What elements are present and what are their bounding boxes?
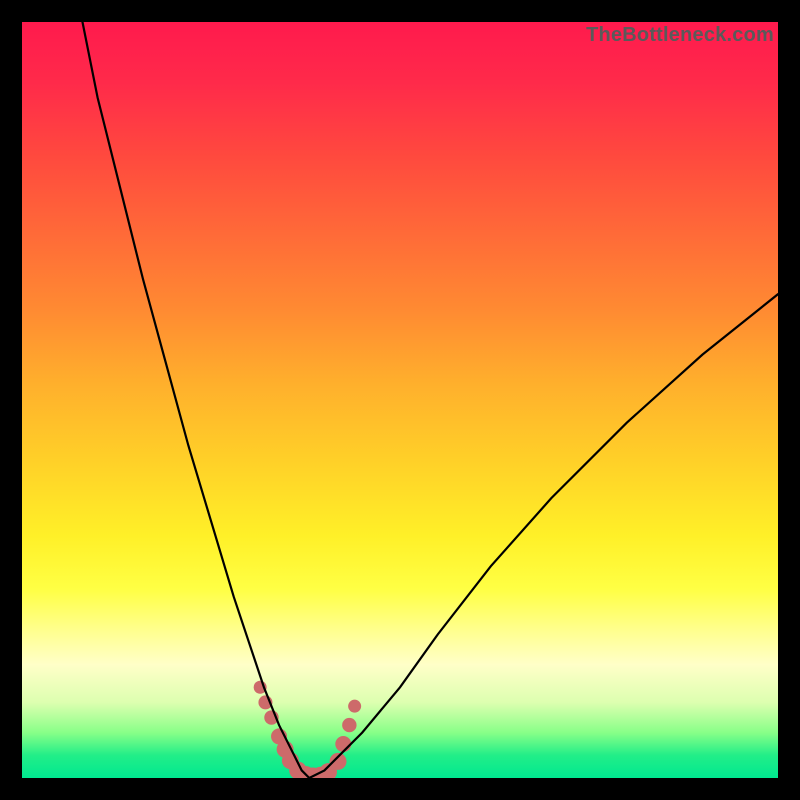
scatter-markers	[254, 681, 362, 778]
scatter-point	[348, 700, 361, 713]
scatter-point	[342, 718, 356, 732]
chart-svg	[22, 22, 778, 778]
left-curve	[82, 22, 309, 778]
right-curve	[309, 294, 778, 778]
scatter-point	[335, 736, 351, 752]
chart-frame: TheBottleneck.com	[22, 22, 778, 778]
